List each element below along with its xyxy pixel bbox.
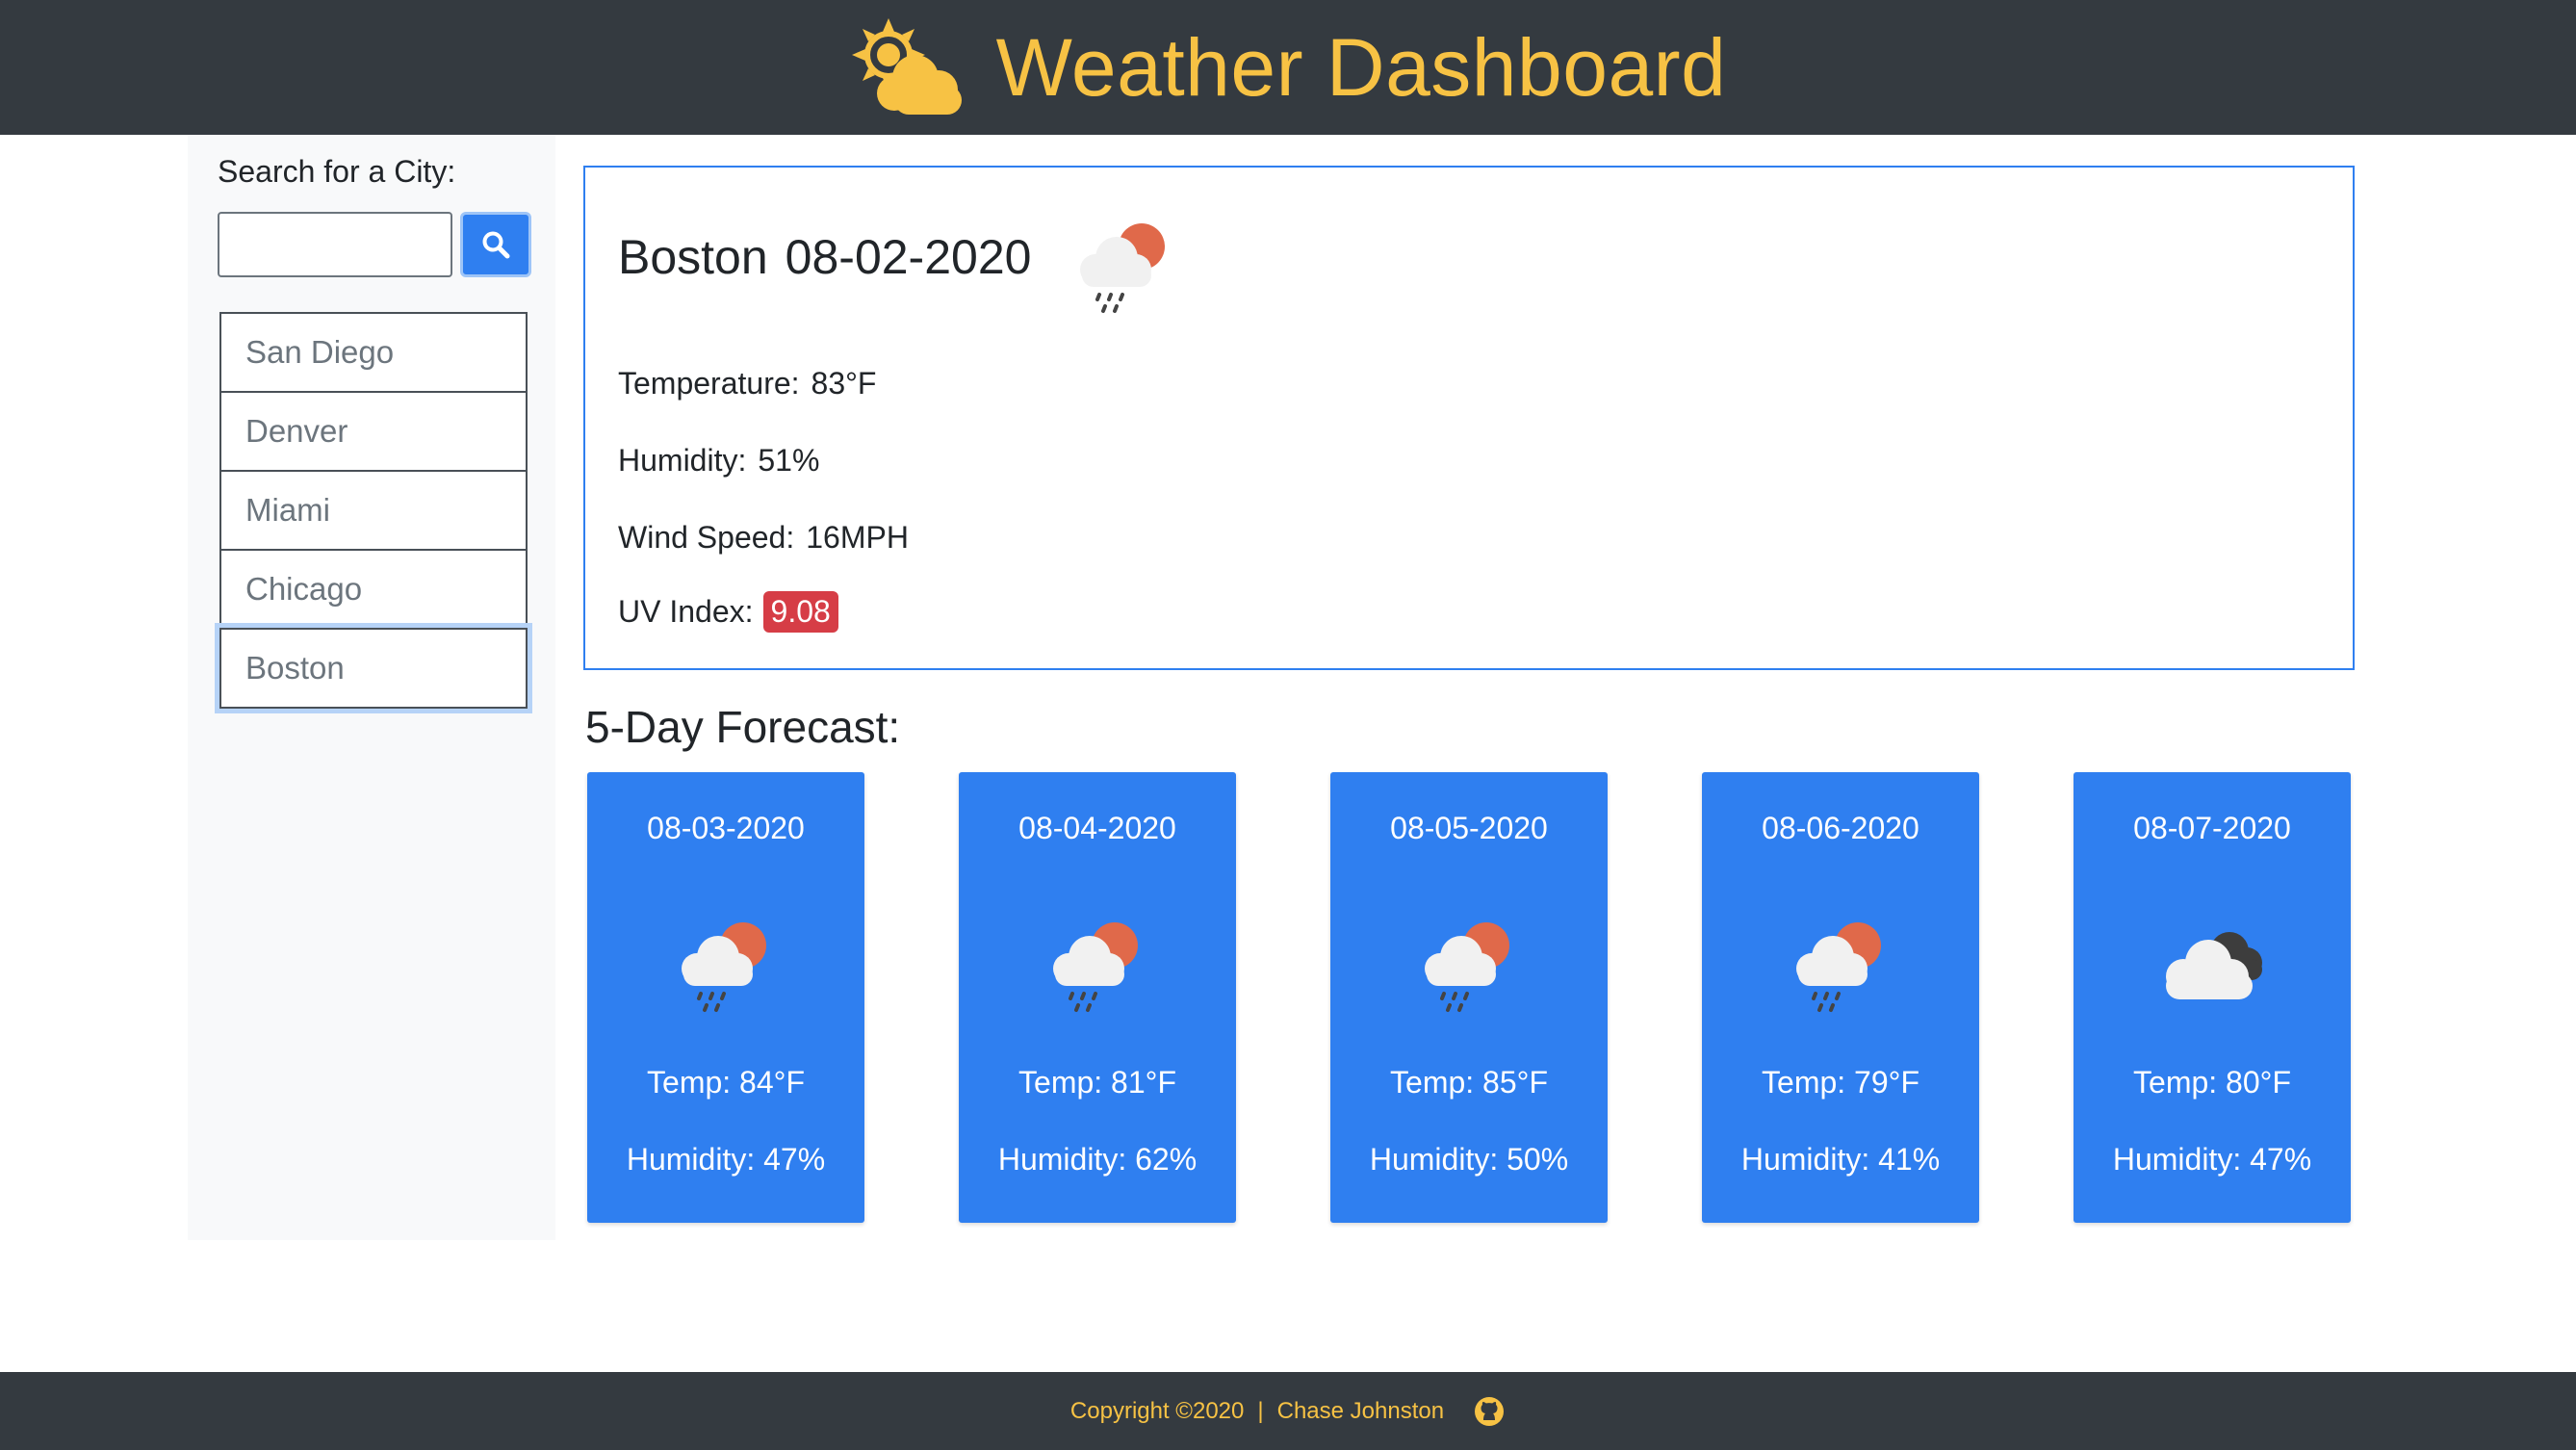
current-date: 08-02-2020 [785, 230, 1032, 284]
forecast-card: 08-06-2020 Temp: 79°F Humidity: 41% [1702, 772, 1979, 1223]
cloudy-icon [2166, 932, 2262, 999]
forecast-humidity: Humidity: 41% [1740, 1142, 1941, 1177]
forecast-humidity: Humidity: 50% [1369, 1142, 1569, 1177]
wind-value: 16MPH [806, 520, 909, 555]
forecast-card: 08-03-2020 Temp: 84°F Humidity: 47% [587, 772, 864, 1223]
search-history-list: San Diego Denver Miami Chicago Boston [219, 312, 528, 709]
city-history-item[interactable]: Chicago [219, 549, 528, 630]
github-icon[interactable] [1473, 1395, 1506, 1428]
forecast-humidity: Humidity: 62% [997, 1142, 1198, 1177]
city-history-item[interactable]: San Diego [219, 312, 528, 393]
humidity-row: Humidity: 51% [618, 443, 819, 479]
app-footer: Copyright ©2020 | Chase Johnston [0, 1372, 2576, 1450]
forecast-date: 08-06-2020 [1762, 811, 1919, 845]
forecast-date: 08-04-2020 [1018, 811, 1176, 845]
author-name: Chase Johnston [1276, 1397, 1445, 1424]
app-header: Weather Dashboard [0, 0, 2576, 135]
forecast-humidity: Humidity: 47% [2112, 1142, 2312, 1177]
sun-cloud-icon [851, 18, 962, 115]
rain-cloud-sun-icon [1080, 223, 1165, 313]
forecast-temp: Temp: 81°F [1018, 1065, 1176, 1100]
rain-cloud-sun-icon [1053, 922, 1138, 1012]
humidity-value: 51% [758, 443, 820, 478]
forecast-humidity: Humidity: 47% [626, 1142, 826, 1177]
forecast-date: 08-05-2020 [1390, 811, 1548, 845]
city-history-item-selected[interactable]: Boston [219, 628, 528, 709]
temperature-value: 83°F [811, 366, 877, 401]
page-title: Weather Dashboard [995, 21, 1727, 113]
forecast-date: 08-03-2020 [647, 811, 805, 845]
copyright-text: Copyright ©2020 [1069, 1397, 1245, 1424]
search-icon [482, 231, 510, 259]
forecast-title: 5-Day Forecast: [585, 702, 901, 752]
temperature-label: Temperature: [618, 366, 800, 401]
current-city-name: Boston [618, 230, 768, 284]
forecast-temp: Temp: 85°F [1390, 1065, 1548, 1100]
city-search-input[interactable] [218, 212, 452, 277]
city-history-item[interactable]: Miami [219, 470, 528, 551]
forecast-card: 08-05-2020 Temp: 85°F Humidity: 50% [1330, 772, 1608, 1223]
forecast-temp: Temp: 79°F [1762, 1065, 1919, 1100]
forecast-date: 08-07-2020 [2133, 811, 2291, 845]
search-label: Search for a City: [218, 154, 456, 189]
rain-cloud-sun-icon [682, 922, 766, 1012]
footer-separator: | [1257, 1397, 1264, 1424]
uv-index-badge: 9.08 [762, 591, 838, 633]
forecast-temp: Temp: 80°F [2133, 1065, 2291, 1100]
humidity-label: Humidity: [618, 443, 747, 478]
forecast-card: 08-04-2020 Temp: 81°F Humidity: 62% [959, 772, 1236, 1223]
current-weather-card: Boston 08-02-2020 Temperature: 83°F Humi… [583, 166, 2355, 670]
wind-label: Wind Speed: [618, 520, 795, 555]
search-button[interactable] [460, 212, 531, 277]
current-city-heading: Boston 08-02-2020 [618, 229, 1031, 285]
rain-cloud-sun-icon [1796, 922, 1881, 1012]
city-history-item[interactable]: Denver [219, 391, 528, 472]
forecast-temp: Temp: 84°F [647, 1065, 805, 1100]
sidebar: Search for a City: San Diego Denver Miam… [188, 135, 555, 1240]
rain-cloud-sun-icon [1425, 922, 1509, 1012]
forecast-card: 08-07-2020 Temp: 80°F Humidity: 47% [2074, 772, 2351, 1223]
wind-row: Wind Speed: 16MPH [618, 520, 909, 556]
temperature-row: Temperature: 83°F [618, 366, 876, 401]
uv-label: UV Index: [618, 594, 754, 629]
uv-row: UV Index: 9.08 [618, 591, 838, 633]
